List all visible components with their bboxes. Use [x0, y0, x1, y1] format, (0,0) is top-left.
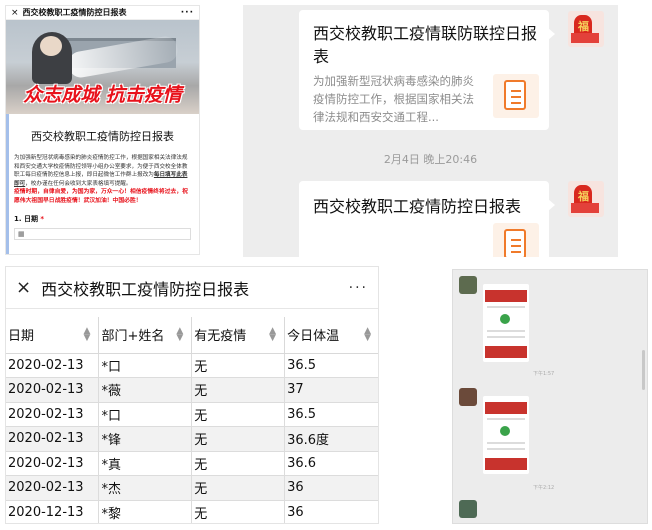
form-header-title: 西交校教职工疫情防控日报表 [22, 8, 127, 17]
table-row: 2020-02-13 *杰无 36 [6, 475, 378, 501]
form-description: 为加强新型冠状病毒感染的肺炎疫情防控工作，根据国家相关法律法规和西安交通大学校疫… [6, 154, 199, 188]
table-header-bar: × 西交校教职工疫情防控日报表 ··· [6, 267, 378, 309]
scrollbar[interactable] [642, 350, 645, 390]
form-title: 西交校教职工疫情防控日报表 [31, 130, 174, 143]
chat-link-card-2[interactable]: 西交校教职工疫情防控日报表 [299, 181, 555, 257]
question-label-text: 1. 日期 [14, 214, 38, 223]
worker-face-graphic [40, 36, 62, 56]
screenshot-collage: × 西交校教职工疫情防控日报表 ··· 众志成城 抗击疫情 西交校教职工疫情防控… [0, 0, 652, 530]
cell-temperature: 36.5 [284, 402, 378, 427]
table-row: 2020-12-13 *黎无 36 [6, 500, 378, 523]
cell-name: *真 [98, 451, 193, 476]
column-header-epidemic[interactable]: 有无疫情 ▲ ▼ [191, 317, 286, 354]
avatar[interactable] [459, 276, 477, 294]
message-row [459, 388, 477, 406]
card-banner-graphic [485, 402, 527, 414]
table-row: 2020-02-13 *薇无 37 [6, 377, 378, 403]
chat-link-card-1[interactable]: 西交校教职工疫情联防联控日报表 为加强新型冠状病毒感染的肺炎疫情防控工作，根据国… [299, 10, 555, 130]
more-icon[interactable]: ··· [349, 280, 368, 296]
cell-name: *杰 [98, 475, 193, 501]
cell-name: *口 [98, 353, 193, 378]
sort-icon[interactable]: ▲ ▼ [364, 327, 371, 343]
form-header: × 西交校教职工疫情防控日报表 ··· [6, 6, 199, 20]
more-icon[interactable]: ··· [181, 8, 194, 18]
check-icon [500, 314, 510, 324]
message-row [459, 500, 477, 518]
sort-icon[interactable]: ▲ ▼ [269, 327, 276, 343]
message-row [459, 276, 477, 294]
table-row: 2020-02-13 *口无 36.5 [6, 353, 378, 378]
form-slogan-red: 疫情时期，自律自爱，为国为家，万众一心！相信疫情终将过去，祝愿伟大祖国早日战胜疫… [14, 189, 188, 204]
document-icon [493, 223, 539, 257]
link-card-desc: 为加强新型冠状病毒感染的肺炎疫情防控工作，根据国家相关法律法规和西安交通工程..… [313, 74, 474, 124]
sort-icon[interactable]: ▲ ▼ [176, 327, 183, 343]
avatar[interactable] [459, 388, 477, 406]
shared-form-card[interactable] [483, 284, 529, 362]
chat-timestamp: 2月4日 晚上20:46 [383, 153, 478, 166]
cell-epidemic: 无 [191, 402, 286, 427]
cell-epidemic: 无 [191, 475, 286, 501]
table-row: 2020-02-13 *真无 36.6 [6, 451, 378, 476]
cell-date: 2020-02-13 [6, 475, 100, 501]
cell-name: *黎 [98, 500, 193, 523]
cell-epidemic: 无 [191, 353, 286, 378]
chat-panel: 西交校教职工疫情联防联控日报表 为加强新型冠状病毒感染的肺炎疫情防控工作，根据国… [243, 5, 618, 257]
sort-icon[interactable]: ▲ ▼ [84, 327, 91, 343]
avatar[interactable]: 福 [568, 11, 604, 47]
banner-image: 众志成城 抗击疫情 [6, 20, 199, 114]
cell-temperature: 36.6度 [284, 426, 378, 452]
question-date-label: 1. 日期 * [6, 206, 199, 228]
date-input[interactable]: ▦ [14, 227, 191, 240]
bubble-arrow [548, 28, 555, 40]
avatar[interactable] [459, 500, 477, 518]
link-card-title: 西交校教职工疫情联防联控日报表 [313, 24, 538, 66]
cell-temperature: 36.6 [284, 451, 378, 476]
cell-epidemic: 无 [191, 426, 286, 452]
bubble-arrow [548, 199, 555, 211]
calendar-icon: ▦ [18, 229, 25, 238]
form-description-part2: ，校办谨在任何会收到大家表格填写提醒。 [25, 180, 132, 187]
close-icon[interactable]: × [16, 277, 31, 298]
avatar[interactable]: 福 [568, 181, 604, 217]
cell-temperature: 36 [284, 475, 378, 501]
card-footer-graphic [485, 458, 527, 470]
cell-name: *锋 [98, 426, 193, 452]
column-header-temperature[interactable]: 今日体温 ▲ ▼ [284, 317, 378, 354]
cell-date: 2020-02-13 [6, 377, 100, 403]
cell-date: 2020-02-13 [6, 353, 100, 378]
chat-timestamp: 下午2:12 [533, 485, 555, 491]
cell-epidemic: 无 [191, 451, 286, 476]
cell-epidemic: 无 [191, 500, 286, 523]
cell-date: 2020-02-13 [6, 451, 100, 476]
cell-date: 2020-12-13 [6, 500, 100, 523]
link-card-title: 西交校教职工疫情防控日报表 [313, 197, 522, 216]
card-banner-graphic [485, 290, 527, 302]
banner-slogan: 众志成城 抗击疫情 [23, 83, 182, 106]
cell-date: 2020-02-13 [6, 426, 100, 452]
cell-date: 2020-02-13 [6, 402, 100, 427]
chat-thumbnail-panel: 下午1:57 下午2:12 [452, 269, 648, 524]
cell-epidemic: 无 [191, 377, 286, 403]
card-footer-graphic [485, 346, 527, 358]
shared-form-card[interactable] [483, 396, 529, 474]
column-header-date[interactable]: 日期 ▲ ▼ [6, 317, 100, 354]
cell-name: *口 [98, 402, 193, 427]
cell-temperature: 37 [284, 377, 378, 403]
table-header-row: 日期 ▲ ▼ 部门+姓名 ▲ ▼ 有无疫情 ▲ ▼ 今日体温 ▲ ▼ [6, 317, 378, 354]
table-row: 2020-02-13 *锋无 36.6度 [6, 426, 378, 452]
check-icon [500, 426, 510, 436]
column-header-name[interactable]: 部门+姓名 ▲ ▼ [98, 317, 193, 354]
page-title: 西交校教职工疫情防控日报表 [41, 279, 250, 299]
report-table: 日期 ▲ ▼ 部门+姓名 ▲ ▼ 有无疫情 ▲ ▼ 今日体温 ▲ ▼ 2020-02-13 *口无… [6, 317, 378, 523]
cell-temperature: 36 [284, 500, 378, 523]
cell-name: *薇 [98, 377, 193, 403]
table-row: 2020-02-13 *口无 36.5 [6, 402, 378, 427]
close-icon[interactable]: × [11, 8, 19, 18]
required-mark: * [40, 214, 45, 223]
chat-timestamp: 下午1:57 [533, 371, 555, 377]
cell-temperature: 36.5 [284, 353, 378, 378]
mobile-form-panel: × 西交校教职工疫情防控日报表 ··· 众志成城 抗击疫情 西交校教职工疫情防控… [5, 5, 200, 255]
report-table-panel: × 西交校教职工疫情防控日报表 ··· 日期 ▲ ▼ 部门+姓名 ▲ ▼ 有无疫情 ▲ ▼ … [5, 266, 379, 524]
document-icon [493, 74, 539, 118]
